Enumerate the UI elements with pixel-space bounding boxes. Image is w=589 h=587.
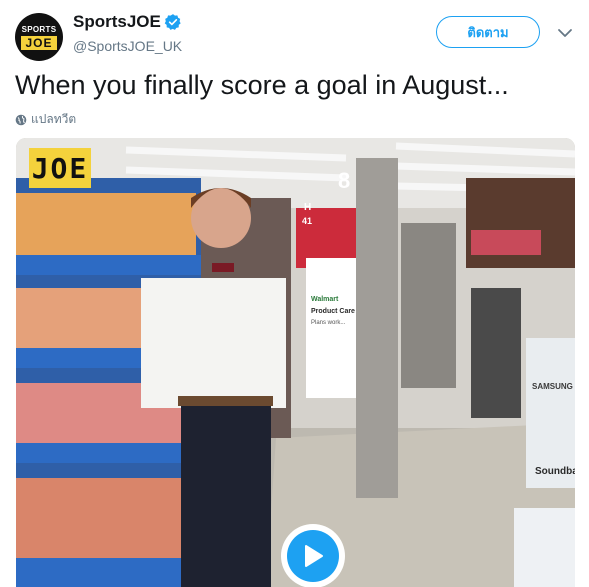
chevron-down-icon[interactable] (557, 27, 573, 39)
product-card-line1: Walmart (311, 296, 339, 303)
play-button[interactable] (281, 524, 345, 587)
aisle-sign-letter: H (304, 202, 312, 213)
play-icon (305, 545, 323, 567)
translate-label: แปลทวีต (31, 112, 77, 126)
video-frame (16, 138, 575, 587)
tweet-text: When you finally score a goal in August.… (15, 70, 509, 100)
avatar-sports-text: SPORTS (21, 24, 57, 34)
video-media[interactable]: JOE H 41 8 Walmart Product Care Plans wo… (16, 138, 575, 587)
brand-label: SAMSUNG (532, 382, 573, 391)
side-sign-number: 8 (338, 168, 351, 193)
soundbar-label: Soundba (535, 466, 575, 477)
avatar-joe-text: JOE (21, 35, 57, 50)
verified-badge-icon (164, 14, 181, 30)
joe-watermark-logo: JOE (29, 148, 91, 188)
aisle-sign-number: 41 (302, 216, 313, 226)
account-handle[interactable]: @SportsJOE_UK (73, 38, 182, 54)
product-card-line3: Plans work... (311, 320, 346, 326)
avatar[interactable]: SPORTS JOE (15, 13, 63, 61)
account-name[interactable]: SportsJOE (73, 12, 161, 32)
product-card-line2: Product Care (311, 308, 355, 315)
globe-icon (15, 114, 27, 125)
follow-button[interactable]: ติดตาม (436, 16, 540, 48)
play-button-inner (287, 530, 339, 582)
translate-tweet-link[interactable]: แปลทวีต (15, 110, 76, 129)
